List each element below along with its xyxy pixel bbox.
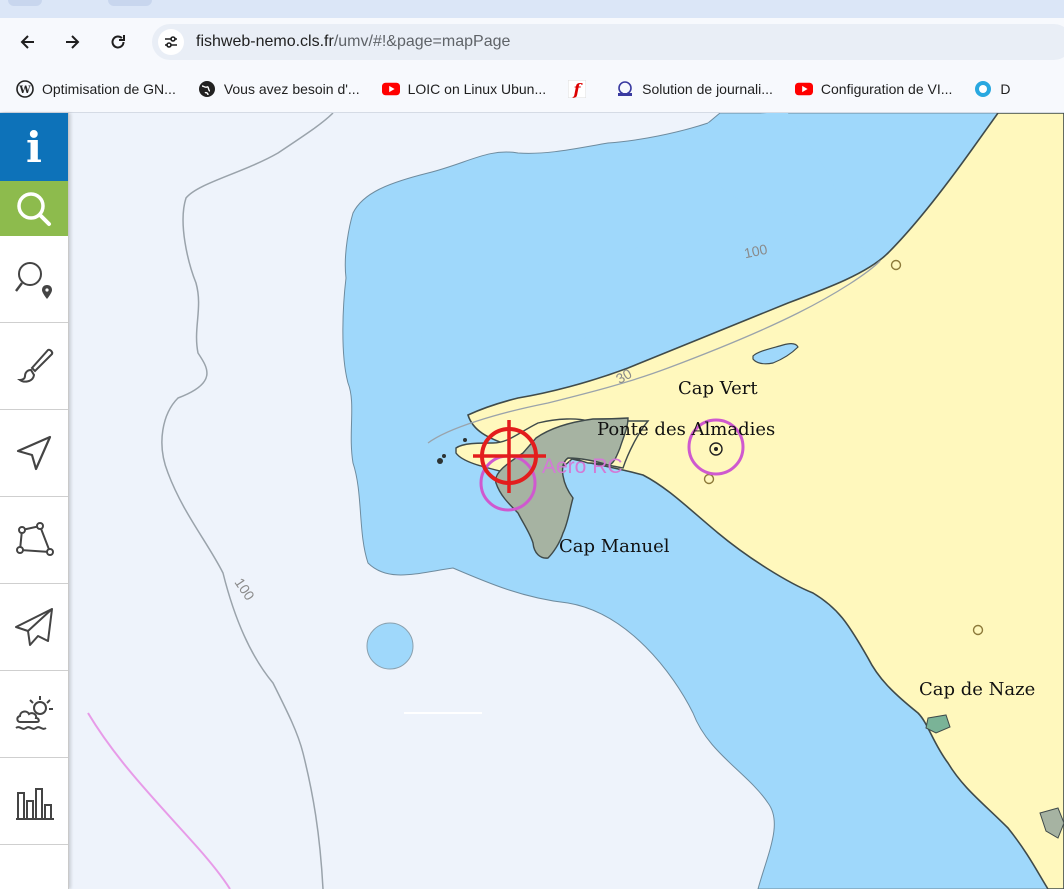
bookmark-item[interactable]: D (974, 80, 1011, 98)
weather-button[interactable] (0, 671, 68, 758)
beacon-marker (714, 447, 718, 451)
bookmark-item[interactable]: Solution de journali... (616, 80, 773, 98)
shoal (366, 622, 414, 670)
bookmark-label: LOIC on Linux Ubun... (407, 81, 547, 97)
flash-icon: f (568, 80, 587, 98)
bookmark-label: Solution de journali... (642, 81, 773, 97)
paper-plane-icon (15, 608, 53, 646)
bookmark-item[interactable]: Vous avez besoin d'... (198, 80, 360, 98)
bookmark-label: Vous avez besoin d'... (223, 81, 360, 97)
forward-button[interactable] (58, 28, 86, 56)
map-canvas[interactable]: 100 30 100 Cap Vert Ponte des Almadies A… (68, 113, 1064, 889)
place-label-cap-vert: Cap Vert (678, 378, 758, 399)
bookmark-item[interactable]: Configuration de VI... (794, 80, 953, 98)
site-logo-icon (616, 80, 634, 98)
url-host: fishweb-nemo.cls.fr (196, 33, 334, 50)
site-info-button[interactable] (158, 29, 184, 55)
bookmark-item[interactable]: f (568, 80, 594, 98)
reload-button[interactable] (104, 28, 132, 56)
search-icon (17, 191, 51, 226)
bar-chart-icon (16, 788, 54, 820)
tab[interactable] (8, 0, 42, 6)
bookmark-label: Optimisation de GN... (42, 81, 176, 97)
back-arrow-icon (20, 35, 34, 49)
polygon-button[interactable] (0, 497, 68, 584)
place-label-cap-naze: Cap de Naze (919, 679, 1036, 700)
bookmarks-bar: W Optimisation de GN... Vous avez besoin… (0, 66, 1064, 113)
wordpress-icon: W (16, 80, 34, 98)
statistics-button[interactable] (0, 758, 68, 845)
info-button[interactable]: i (0, 113, 68, 181)
globe-icon (198, 80, 216, 98)
url-path: /umv/#!&page=mapPage (333, 33, 511, 50)
reload-icon (111, 35, 125, 49)
browser-toolbar: fishweb-nemo.cls.fr/umv/#!&page=mapPage (0, 18, 1064, 66)
islet (463, 438, 467, 442)
weather-icon (15, 696, 53, 730)
bookmark-label: D (1000, 81, 1011, 97)
youtube-icon (794, 80, 813, 98)
draw-button[interactable] (0, 323, 68, 410)
place-label-pointe-almadies: Ponte des Almadies (597, 419, 776, 440)
blue-circle-icon (974, 80, 992, 98)
islet (442, 454, 446, 458)
send-message-button[interactable] (0, 584, 68, 671)
address-bar[interactable]: fishweb-nemo.cls.fr/umv/#!&page=mapPage (152, 24, 1064, 60)
map-layer (68, 113, 1064, 889)
bookmark-item[interactable]: W Optimisation de GN... (16, 80, 176, 98)
url-text[interactable]: fishweb-nemo.cls.fr/umv/#!&page=mapPage (196, 33, 510, 51)
brush-icon (16, 348, 54, 383)
search-location-icon (15, 262, 52, 299)
aero-rc-label: Aero RC (542, 455, 623, 478)
navigation-arrow-icon (16, 435, 52, 471)
polygon-icon (16, 522, 54, 556)
navigation-button[interactable] (0, 410, 68, 497)
islet (437, 458, 443, 464)
svg-text:W: W (18, 85, 31, 96)
youtube-icon (381, 80, 400, 98)
tab[interactable] (108, 0, 152, 6)
bookmark-label: Configuration de VI... (820, 81, 953, 97)
tab-strip (0, 0, 1064, 18)
place-label-cap-manuel: Cap Manuel (559, 536, 670, 557)
tool-sidebar: i (0, 113, 69, 889)
info-icon: i (26, 122, 42, 172)
forward-arrow-icon (66, 35, 80, 49)
search-location-button[interactable] (0, 236, 68, 323)
tune-icon (165, 36, 177, 48)
back-button[interactable] (14, 28, 42, 56)
bookmark-item[interactable]: LOIC on Linux Ubun... (381, 80, 547, 98)
search-button[interactable] (0, 181, 68, 236)
